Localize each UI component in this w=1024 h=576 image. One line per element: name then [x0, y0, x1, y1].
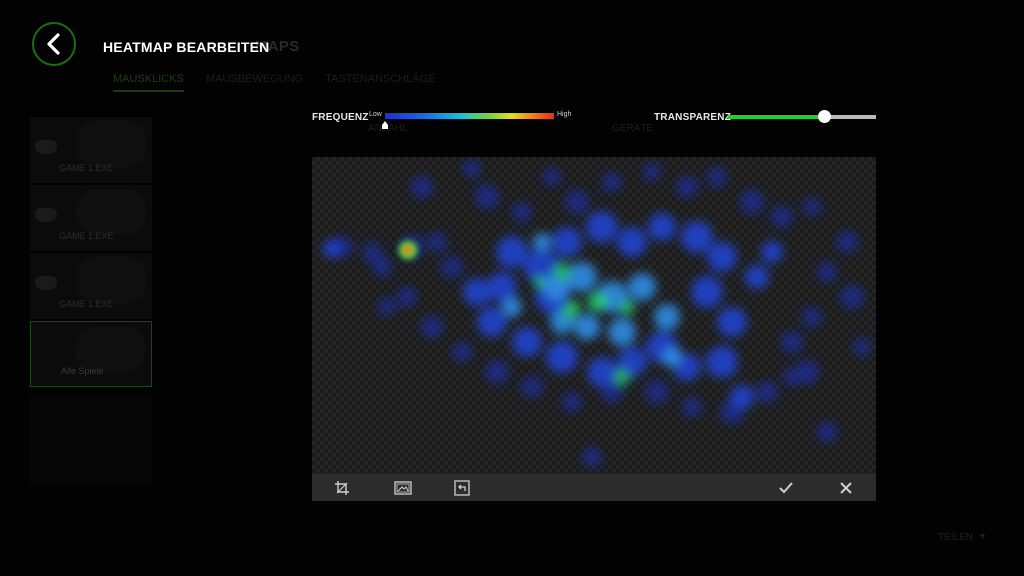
- image-icon: [394, 480, 412, 495]
- background-image-button[interactable]: [388, 474, 418, 501]
- confirm-button[interactable]: [771, 474, 801, 501]
- back-button[interactable]: [32, 22, 76, 66]
- background-tabs: MAUSKLICKS MAUSBEWEGUNG TASTENANSCHLÄGE: [113, 73, 436, 92]
- transparency-slider-thumb[interactable]: [818, 110, 832, 123]
- background-game-card: GAME 1.EXE: [30, 185, 152, 251]
- gamepad-icon: [35, 276, 57, 290]
- background-tab-clicks: MAUSKLICKS: [113, 73, 184, 92]
- background-game-card: GAME 1.EXE: [30, 117, 152, 183]
- frequency-marker-base[interactable]: [382, 125, 388, 129]
- background-share-label: TEILEN: [938, 532, 974, 543]
- heatmap-image: [323, 160, 871, 467]
- gamepad-icon: [35, 208, 57, 222]
- heatmap-canvas[interactable]: [312, 157, 876, 474]
- heatmap-toolbar: [312, 474, 876, 501]
- crop-icon: [335, 480, 349, 495]
- check-icon: [779, 481, 793, 493]
- background-column-label: GERÄTE: [612, 123, 654, 134]
- chevron-down-icon: ▼: [978, 531, 987, 541]
- background-tab-keystrokes: TASTENANSCHLÄGE: [325, 73, 436, 85]
- gamepad-icon: [35, 140, 57, 154]
- game-label: Alle Spiele: [61, 366, 104, 377]
- game-label: GAME 1.EXE: [59, 230, 114, 241]
- reset-icon: [454, 479, 470, 496]
- close-icon: [840, 481, 852, 494]
- game-label: GAME 1.EXE: [59, 162, 114, 173]
- chevron-left-icon: [47, 33, 60, 55]
- transparency-label: TRANSPARENZ: [654, 112, 732, 123]
- background-tab-movement: MAUSBEWEGUNG: [205, 73, 304, 85]
- background-game-card: GAME 1.EXE: [30, 253, 152, 319]
- frequency-label: FREQUENZ: [312, 112, 369, 123]
- background-empty-card: [30, 395, 152, 485]
- frequency-gradient-bar[interactable]: [385, 113, 554, 119]
- reset-button[interactable]: [447, 474, 477, 501]
- crop-button[interactable]: [327, 474, 357, 501]
- transparency-slider-fill: [728, 115, 825, 119]
- game-label: GAME 1.EXE: [59, 298, 114, 309]
- transparency-slider[interactable]: [728, 110, 876, 123]
- frequency-high-label: High: [557, 111, 572, 118]
- cancel-button[interactable]: [831, 474, 861, 501]
- page-title: HEATMAP BEARBEITEN: [103, 39, 270, 55]
- frequency-low-label: Low: [369, 111, 382, 118]
- background-game-list: GAME 1.EXE GAME 1.EXE GAME 1.EXE Alle Sp…: [30, 117, 152, 487]
- background-game-card-selected: Alle Spiele: [30, 321, 152, 387]
